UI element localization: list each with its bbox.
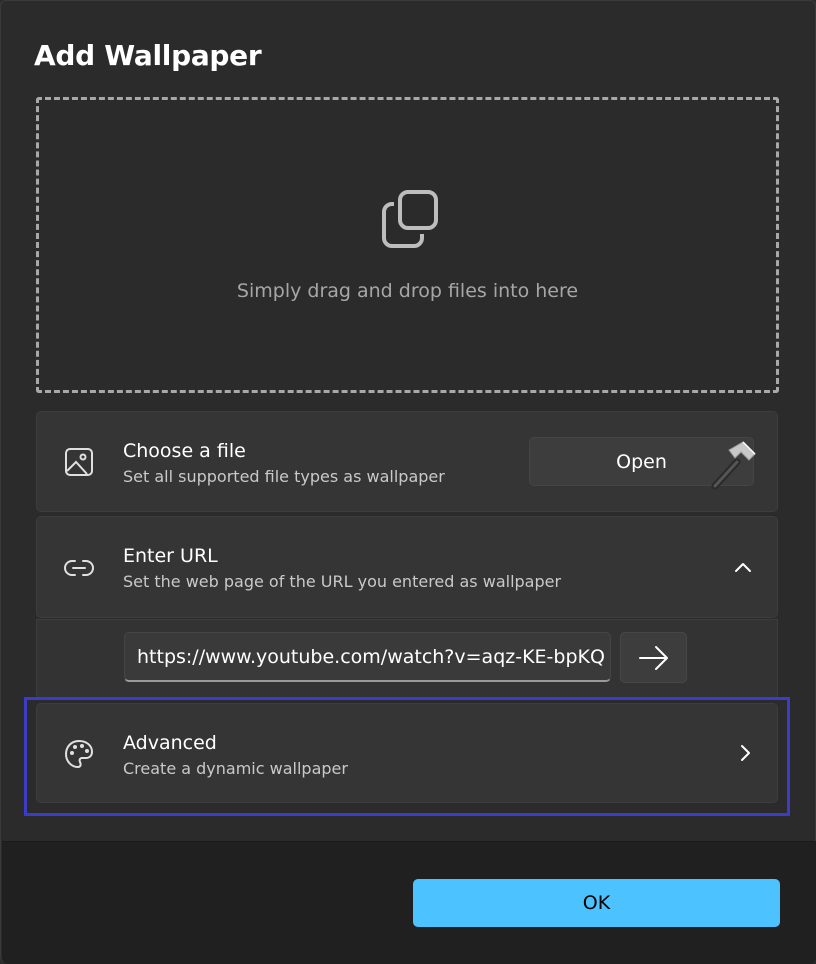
open-button[interactable]: Open — [529, 437, 756, 490]
dialog-title: Add Wallpaper — [34, 39, 262, 72]
choose-file-title: Choose a file — [123, 440, 246, 462]
enter-url-card[interactable]: Enter URL Set the web page of the URL yo… — [36, 516, 778, 618]
choose-file-subtitle: Set all supported file types as wallpape… — [123, 467, 445, 486]
chevron-up-icon[interactable] — [732, 557, 754, 579]
image-icon — [65, 448, 93, 476]
add-wallpaper-dialog: Add Wallpaper Simply drag and drop files… — [0, 0, 816, 964]
go-button[interactable] — [620, 632, 687, 683]
selection-highlight — [24, 697, 790, 816]
url-input-value: https://www.youtube.com/watch?v=aqz-KE-b… — [137, 645, 605, 668]
copy-icon — [382, 190, 438, 248]
arrow-right-icon — [639, 646, 668, 670]
enter-url-subtitle: Set the web page of the URL you entered … — [123, 572, 562, 591]
open-button-label: Open — [616, 450, 667, 473]
link-icon — [64, 560, 94, 576]
url-input[interactable]: https://www.youtube.com/watch?v=aqz-KE-b… — [124, 632, 611, 682]
dialog-footer: OK — [2, 841, 816, 964]
drop-zone-text: Simply drag and drop files into here — [236, 280, 579, 302]
hammer-icon — [711, 441, 756, 490]
url-input-panel: https://www.youtube.com/watch?v=aqz-KE-b… — [36, 619, 778, 699]
enter-url-title: Enter URL — [123, 545, 218, 567]
drop-zone[interactable]: Simply drag and drop files into here — [36, 97, 779, 393]
ok-button[interactable]: OK — [413, 879, 780, 927]
choose-file-card: Choose a file Set all supported file typ… — [36, 411, 778, 512]
